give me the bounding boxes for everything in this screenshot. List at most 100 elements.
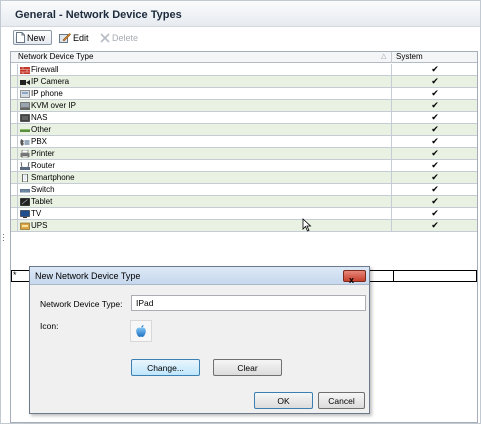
new-button[interactable]: New — [13, 30, 52, 45]
edit-button[interactable]: Edit — [57, 30, 95, 45]
system-checkmark-icon: ✔ — [431, 208, 439, 218]
row-selector[interactable] — [11, 76, 18, 87]
device-type-cell[interactable]: TV — [18, 208, 392, 219]
device-type-input[interactable]: IPad — [131, 295, 366, 311]
table-row[interactable]: Printer ✔ — [11, 148, 477, 160]
row-selector[interactable] — [11, 112, 18, 123]
device-type-label: Smartphone — [31, 173, 75, 182]
table-row[interactable]: IP phone ✔ — [11, 88, 477, 100]
mouse-cursor-icon — [302, 218, 312, 232]
table-row[interactable]: Smartphone ✔ — [11, 172, 477, 184]
device-type-cell[interactable]: Smartphone — [18, 172, 392, 183]
device-type-cell[interactable]: Router — [18, 160, 392, 171]
device-type-cell[interactable]: Printer — [18, 148, 392, 159]
change-button[interactable]: Change... — [131, 359, 200, 376]
row-selector[interactable] — [11, 100, 18, 111]
row-selector[interactable] — [11, 184, 18, 195]
device-type-label: NAS — [31, 113, 48, 122]
table-row[interactable]: TV ✔ — [11, 208, 477, 220]
device-type-cell[interactable]: KVM over IP — [18, 100, 392, 111]
device-type-cell[interactable]: PBX — [18, 136, 392, 147]
device-type-label: Network Device Type: — [40, 299, 123, 309]
system-checkmark-icon: ✔ — [431, 64, 439, 74]
camera-icon — [20, 79, 30, 85]
row-selector[interactable] — [11, 88, 18, 99]
sort-indicator-icon: △ — [381, 53, 387, 60]
table-row[interactable]: IP Camera ✔ — [11, 76, 477, 88]
nas-icon — [20, 113, 30, 122]
device-type-label: Firewall — [31, 65, 59, 74]
column-header-type[interactable]: Network Device Type — [11, 52, 392, 63]
dialog-title-bar[interactable]: New Network Device Type x — [30, 267, 369, 285]
dialog-title: New Network Device Type — [35, 271, 141, 281]
system-checkmark-icon: ✔ — [431, 172, 439, 182]
device-type-cell[interactable]: IP phone — [18, 88, 392, 99]
table-row[interactable]: Router ✔ — [11, 160, 477, 172]
table-row[interactable]: PBX ✔ — [11, 136, 477, 148]
ok-button[interactable]: OK — [254, 392, 313, 409]
row-selector[interactable] — [11, 136, 18, 147]
cancel-button[interactable]: Cancel — [318, 392, 365, 409]
row-selector[interactable] — [11, 124, 18, 135]
table-row[interactable]: Other ✔ — [11, 124, 477, 136]
toolbar: New Edit Delete — [10, 28, 478, 47]
device-type-cell[interactable]: NAS — [18, 112, 392, 123]
icon-label: Icon: — [40, 321, 59, 331]
tv-icon — [20, 209, 30, 218]
tablet-icon — [20, 197, 30, 206]
delete-button-label: Delete — [112, 32, 139, 43]
device-type-cell[interactable]: IP Camera — [18, 76, 392, 87]
device-type-label: Router — [31, 161, 56, 170]
system-checkmark-icon: ✔ — [431, 184, 439, 194]
system-checkmark-icon: ✔ — [431, 160, 439, 170]
apple-icon — [136, 325, 146, 337]
splitter-grip[interactable] — [3, 234, 5, 244]
close-button[interactable]: x — [343, 270, 366, 285]
system-checkmark-icon: ✔ — [431, 124, 439, 134]
system-checkmark-icon: ✔ — [431, 136, 439, 146]
smartphone-icon — [22, 173, 28, 182]
device-type-cell[interactable]: Tablet — [18, 196, 392, 207]
table-row[interactable]: KVM over IP ✔ — [11, 100, 477, 112]
delete-button[interactable]: Delete — [98, 30, 148, 45]
system-checkmark-icon: ✔ — [431, 88, 439, 98]
system-checkmark-icon: ✔ — [431, 112, 439, 122]
system-checkmark-icon: ✔ — [431, 148, 439, 158]
panel-title: General - Network Device Types — [15, 9, 182, 21]
device-type-label: KVM over IP — [31, 101, 76, 110]
table-row[interactable]: Firewall ✔ — [11, 64, 477, 76]
row-selector[interactable] — [11, 148, 18, 159]
device-type-cell[interactable]: UPS — [18, 220, 392, 231]
table-row[interactable]: Tablet ✔ — [11, 196, 477, 208]
row-selector[interactable] — [11, 208, 18, 219]
device-type-cell[interactable]: Other — [18, 124, 392, 135]
table-row[interactable]: NAS ✔ — [11, 112, 477, 124]
pbx-icon — [20, 138, 30, 146]
device-type-label: Other — [31, 125, 52, 134]
table-row[interactable]: UPS ✔ — [11, 220, 477, 232]
device-type-cell[interactable]: Firewall — [18, 64, 392, 75]
grid-header: Network Device Type △ System — [11, 52, 477, 63]
clear-button[interactable]: Clear — [213, 359, 282, 376]
column-header-system[interactable]: System — [393, 52, 477, 63]
firewall-icon — [20, 66, 30, 74]
close-icon: x — [349, 275, 355, 285]
panel-title-bar: General - Network Device Types — [1, 1, 480, 27]
new-document-icon — [16, 32, 25, 43]
ups-icon — [20, 222, 30, 230]
row-selector[interactable] — [11, 172, 18, 183]
row-selector[interactable] — [11, 220, 18, 231]
system-checkmark-icon: ✔ — [431, 76, 439, 86]
device-type-cell[interactable]: Switch — [18, 184, 392, 195]
row-selector[interactable] — [11, 64, 18, 75]
device-type-label: Printer — [31, 149, 55, 158]
router-icon — [20, 161, 30, 170]
row-selector[interactable] — [11, 196, 18, 207]
device-type-label: IP Camera — [31, 77, 70, 86]
device-type-label: UPS — [31, 221, 48, 230]
row-selector[interactable] — [11, 160, 18, 171]
icon-preview — [130, 320, 152, 342]
table-row[interactable]: Switch ✔ — [11, 184, 477, 196]
kvm-icon — [20, 101, 30, 110]
new-row-divider — [393, 271, 394, 281]
